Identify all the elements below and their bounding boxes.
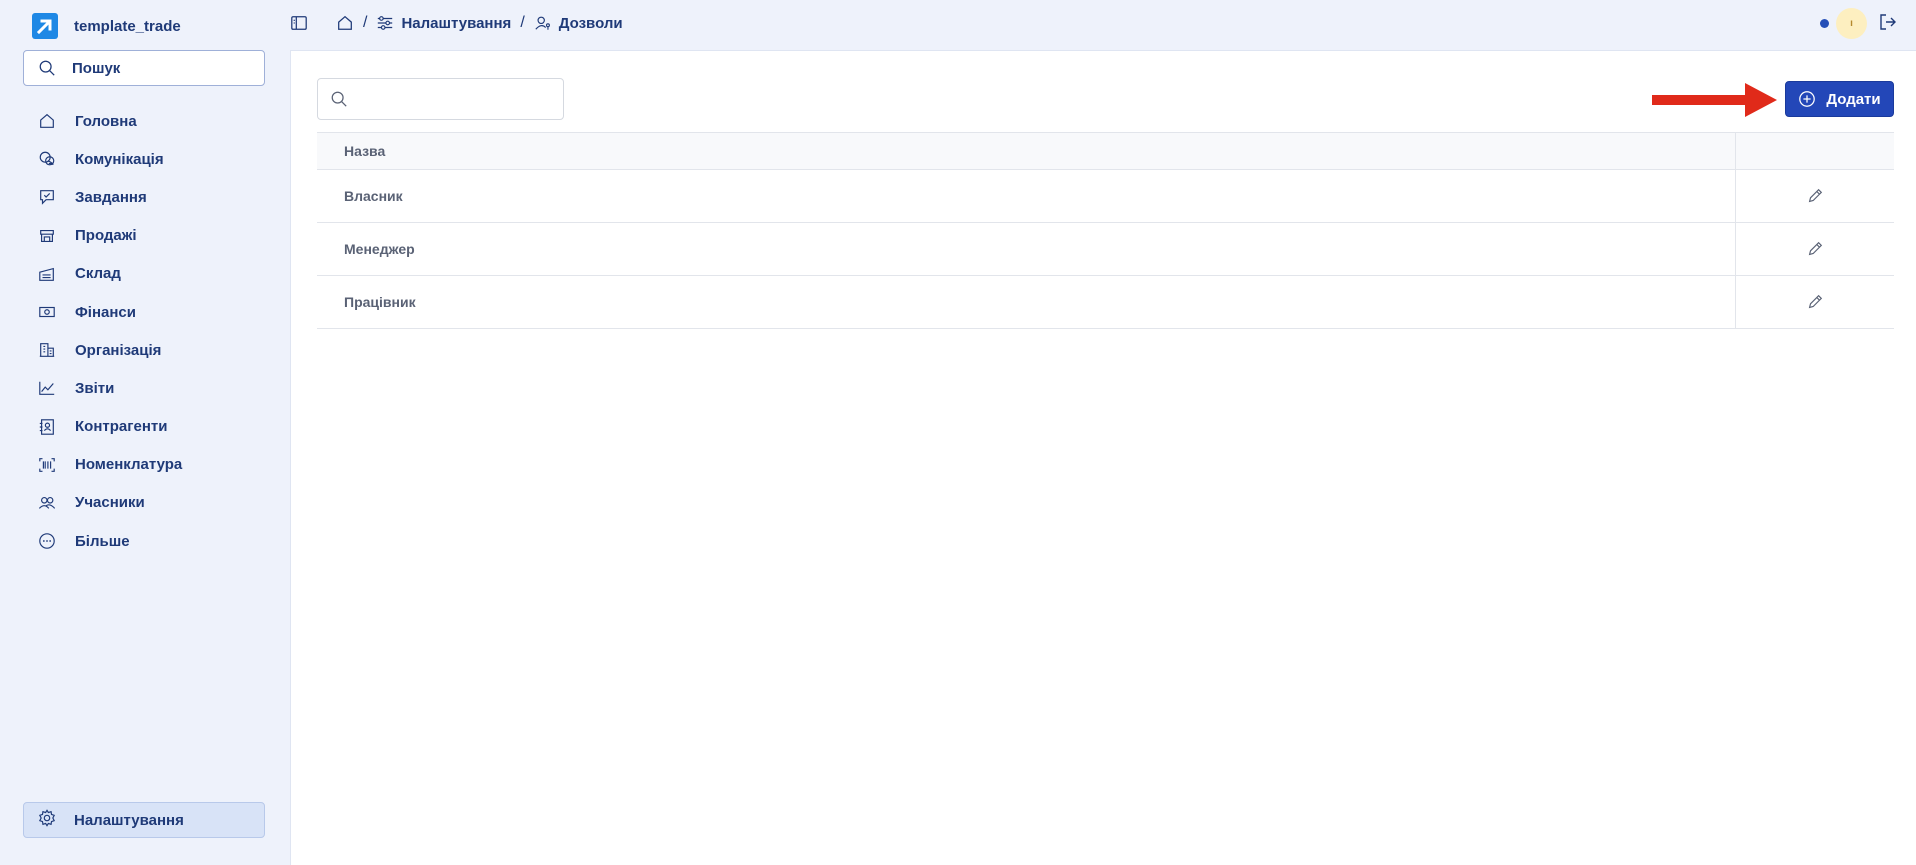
- breadcrumb-permissions-label: Дозволи: [558, 14, 623, 32]
- chart-icon: [37, 378, 57, 398]
- topbar: / Налаштування / Дозволи ı: [290, 0, 1916, 50]
- logout-icon[interactable]: [1878, 12, 1900, 34]
- users-icon: [37, 493, 57, 513]
- sidebar-item-communication[interactable]: Комунікація: [23, 140, 265, 178]
- column-header-name[interactable]: Назва: [317, 133, 1736, 169]
- row-name: Працівник: [317, 276, 1736, 328]
- home-icon: [338, 15, 352, 30]
- task-icon: [37, 187, 57, 207]
- sidebar-item-organization[interactable]: Організація: [23, 331, 265, 369]
- brand-name: template_trade: [74, 17, 181, 35]
- sidebar-item-label: Більше: [75, 532, 130, 550]
- row-actions: [1736, 170, 1894, 222]
- sidebar-toggle-icon[interactable]: [290, 14, 310, 34]
- sidebar-item-finance[interactable]: Фінанси: [23, 293, 265, 331]
- edit-pencil-icon[interactable]: [1803, 237, 1827, 261]
- search-icon: [331, 91, 347, 107]
- brand-logo-icon: [32, 13, 58, 39]
- brand[interactable]: template_trade: [32, 11, 181, 41]
- warehouse-icon: [37, 264, 57, 284]
- sidebar-item-label: Номенклатура: [75, 456, 183, 474]
- sidebar-item-label: Налаштування: [74, 811, 184, 829]
- avatar[interactable]: ı: [1836, 8, 1867, 39]
- home-icon: [37, 111, 57, 131]
- sidebar-item-label: Контрагенти: [75, 418, 168, 436]
- sidebar-item-reports[interactable]: Звіти: [23, 369, 265, 407]
- barcode-icon: [37, 455, 57, 475]
- row-name: Власник: [317, 170, 1736, 222]
- sidebar-item-nomenclature[interactable]: Номенклатура: [23, 446, 265, 484]
- sidebar-item-label: Організація: [75, 341, 162, 359]
- user-key-icon: [535, 16, 550, 30]
- sidebar-item-tasks[interactable]: Завдання: [23, 178, 265, 216]
- column-header-actions: [1736, 133, 1894, 169]
- sidebar-item-label: Склад: [75, 265, 121, 283]
- row-actions: [1736, 276, 1894, 328]
- building-icon: [37, 340, 57, 360]
- table-row[interactable]: Працівник: [317, 276, 1894, 329]
- status-dot: [1820, 19, 1829, 28]
- sidebar-item-warehouse[interactable]: Склад: [23, 255, 265, 293]
- red-arrow-annotation: [1652, 83, 1777, 117]
- sidebar-item-settings[interactable]: Налаштування: [23, 802, 265, 838]
- sidebar-item-label: Фінанси: [75, 303, 136, 321]
- sidebar-item-contractors[interactable]: Контрагенти: [23, 408, 265, 446]
- permissions-table: Назва Власник Менеджер Працівник: [317, 132, 1894, 329]
- breadcrumb: / Налаштування / Дозволи: [336, 12, 623, 34]
- gear-icon: [38, 809, 56, 831]
- sidebar-item-label: Учасники: [75, 494, 145, 512]
- main-content: Додати Назва Власник Менеджер Працівник: [290, 50, 1916, 865]
- row-actions: [1736, 223, 1894, 275]
- add-button-label: Додати: [1826, 90, 1881, 108]
- breadcrumb-settings-label: Налаштування: [401, 14, 512, 32]
- more-icon: [37, 531, 57, 551]
- row-name: Менеджер: [317, 223, 1736, 275]
- table-row[interactable]: Менеджер: [317, 223, 1894, 276]
- sidebar-search-label: Пошук: [72, 59, 121, 77]
- sidebar: template_trade Пошук Головна Комунікація…: [0, 0, 290, 865]
- sidebar-search-button[interactable]: Пошук: [23, 50, 265, 86]
- sidebar-item-sales[interactable]: Продажі: [23, 217, 265, 255]
- breadcrumb-settings[interactable]: Налаштування: [376, 14, 511, 32]
- sidebar-item-label: Головна: [75, 112, 137, 130]
- chat-icon: [37, 149, 57, 169]
- edit-pencil-icon[interactable]: [1803, 184, 1827, 208]
- sidebar-item-home[interactable]: Головна: [23, 102, 265, 140]
- store-icon: [37, 226, 57, 246]
- breadcrumb-separator: /: [363, 14, 368, 31]
- breadcrumb-separator: /: [520, 14, 525, 31]
- breadcrumb-home[interactable]: [336, 14, 354, 32]
- search-icon: [39, 60, 55, 76]
- sidebar-item-label: Продажі: [75, 227, 137, 245]
- money-icon: [37, 302, 57, 322]
- plus-circle-icon: [1799, 91, 1816, 107]
- table-header: Назва: [317, 132, 1894, 170]
- sidebar-item-label: Звіти: [75, 379, 115, 397]
- sliders-icon: [378, 16, 393, 30]
- sidebar-item-participants[interactable]: Учасники: [23, 484, 265, 522]
- table-search-input[interactable]: [317, 78, 564, 120]
- contact-icon: [37, 417, 57, 437]
- sidebar-nav: Головна Комунікація Завдання Продажі Скл…: [23, 102, 265, 560]
- sidebar-item-more[interactable]: Більше: [23, 522, 265, 560]
- breadcrumb-permissions[interactable]: Дозволи: [534, 14, 623, 32]
- edit-pencil-icon[interactable]: [1803, 290, 1827, 314]
- sidebar-item-label: Комунікація: [75, 150, 164, 168]
- table-row[interactable]: Власник: [317, 170, 1894, 223]
- add-button[interactable]: Додати: [1785, 81, 1894, 117]
- sidebar-item-label: Завдання: [75, 188, 147, 206]
